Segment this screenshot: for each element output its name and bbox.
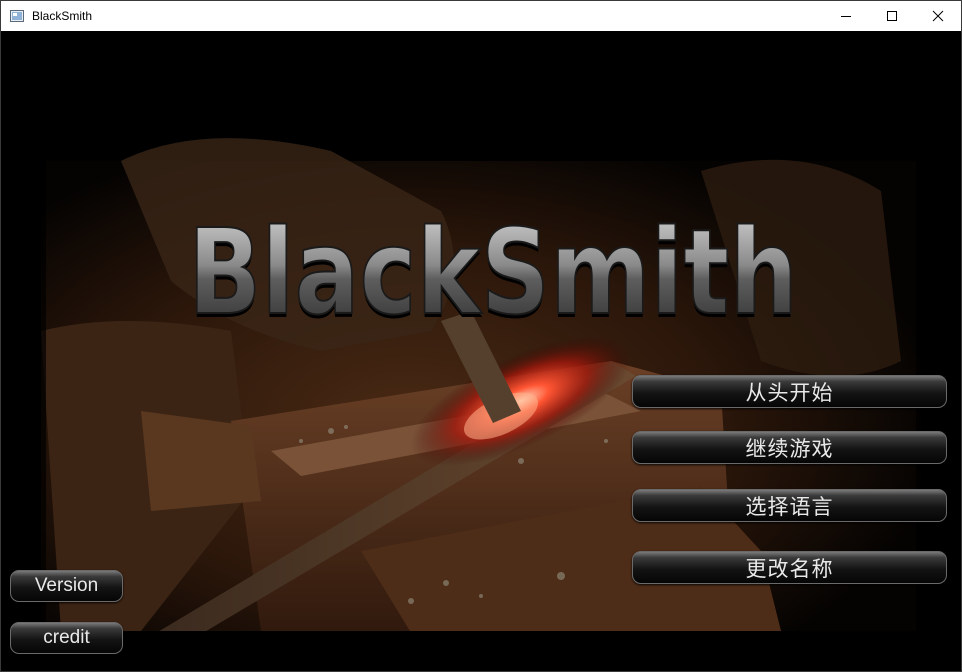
version-button[interactable]: Version <box>10 570 123 602</box>
change-name-button[interactable]: 更改名称 <box>632 551 947 584</box>
logo-text: BlackSmithBlackSmith <box>187 209 799 329</box>
new-game-button[interactable]: 从头开始 <box>632 375 947 408</box>
app-icon <box>10 9 24 23</box>
blacksmith-logo: BlackSmithBlackSmith <box>187 209 799 329</box>
credit-button[interactable]: credit <box>10 622 123 654</box>
close-button[interactable] <box>915 1 961 31</box>
minimize-button[interactable] <box>823 1 869 31</box>
maximize-icon <box>887 11 897 21</box>
svg-text:BlackSmith: BlackSmith <box>188 209 798 329</box>
title-bar[interactable]: BlackSmith <box>1 1 961 31</box>
select-language-button[interactable]: 选择语言 <box>632 489 947 522</box>
continue-game-button[interactable]: 继续游戏 <box>632 431 947 464</box>
maximize-button[interactable] <box>869 1 915 31</box>
minimize-icon <box>841 16 851 17</box>
game-stage: BlackSmith BlackSmith 从头开始 继续游戏 选择语言 更改名称… <box>1 31 961 671</box>
game-window: BlackSmith BlackSmith BlackSmith 从头开始 继续… <box>0 0 962 672</box>
window-title: BlackSmith <box>32 9 93 23</box>
close-icon <box>932 10 944 22</box>
